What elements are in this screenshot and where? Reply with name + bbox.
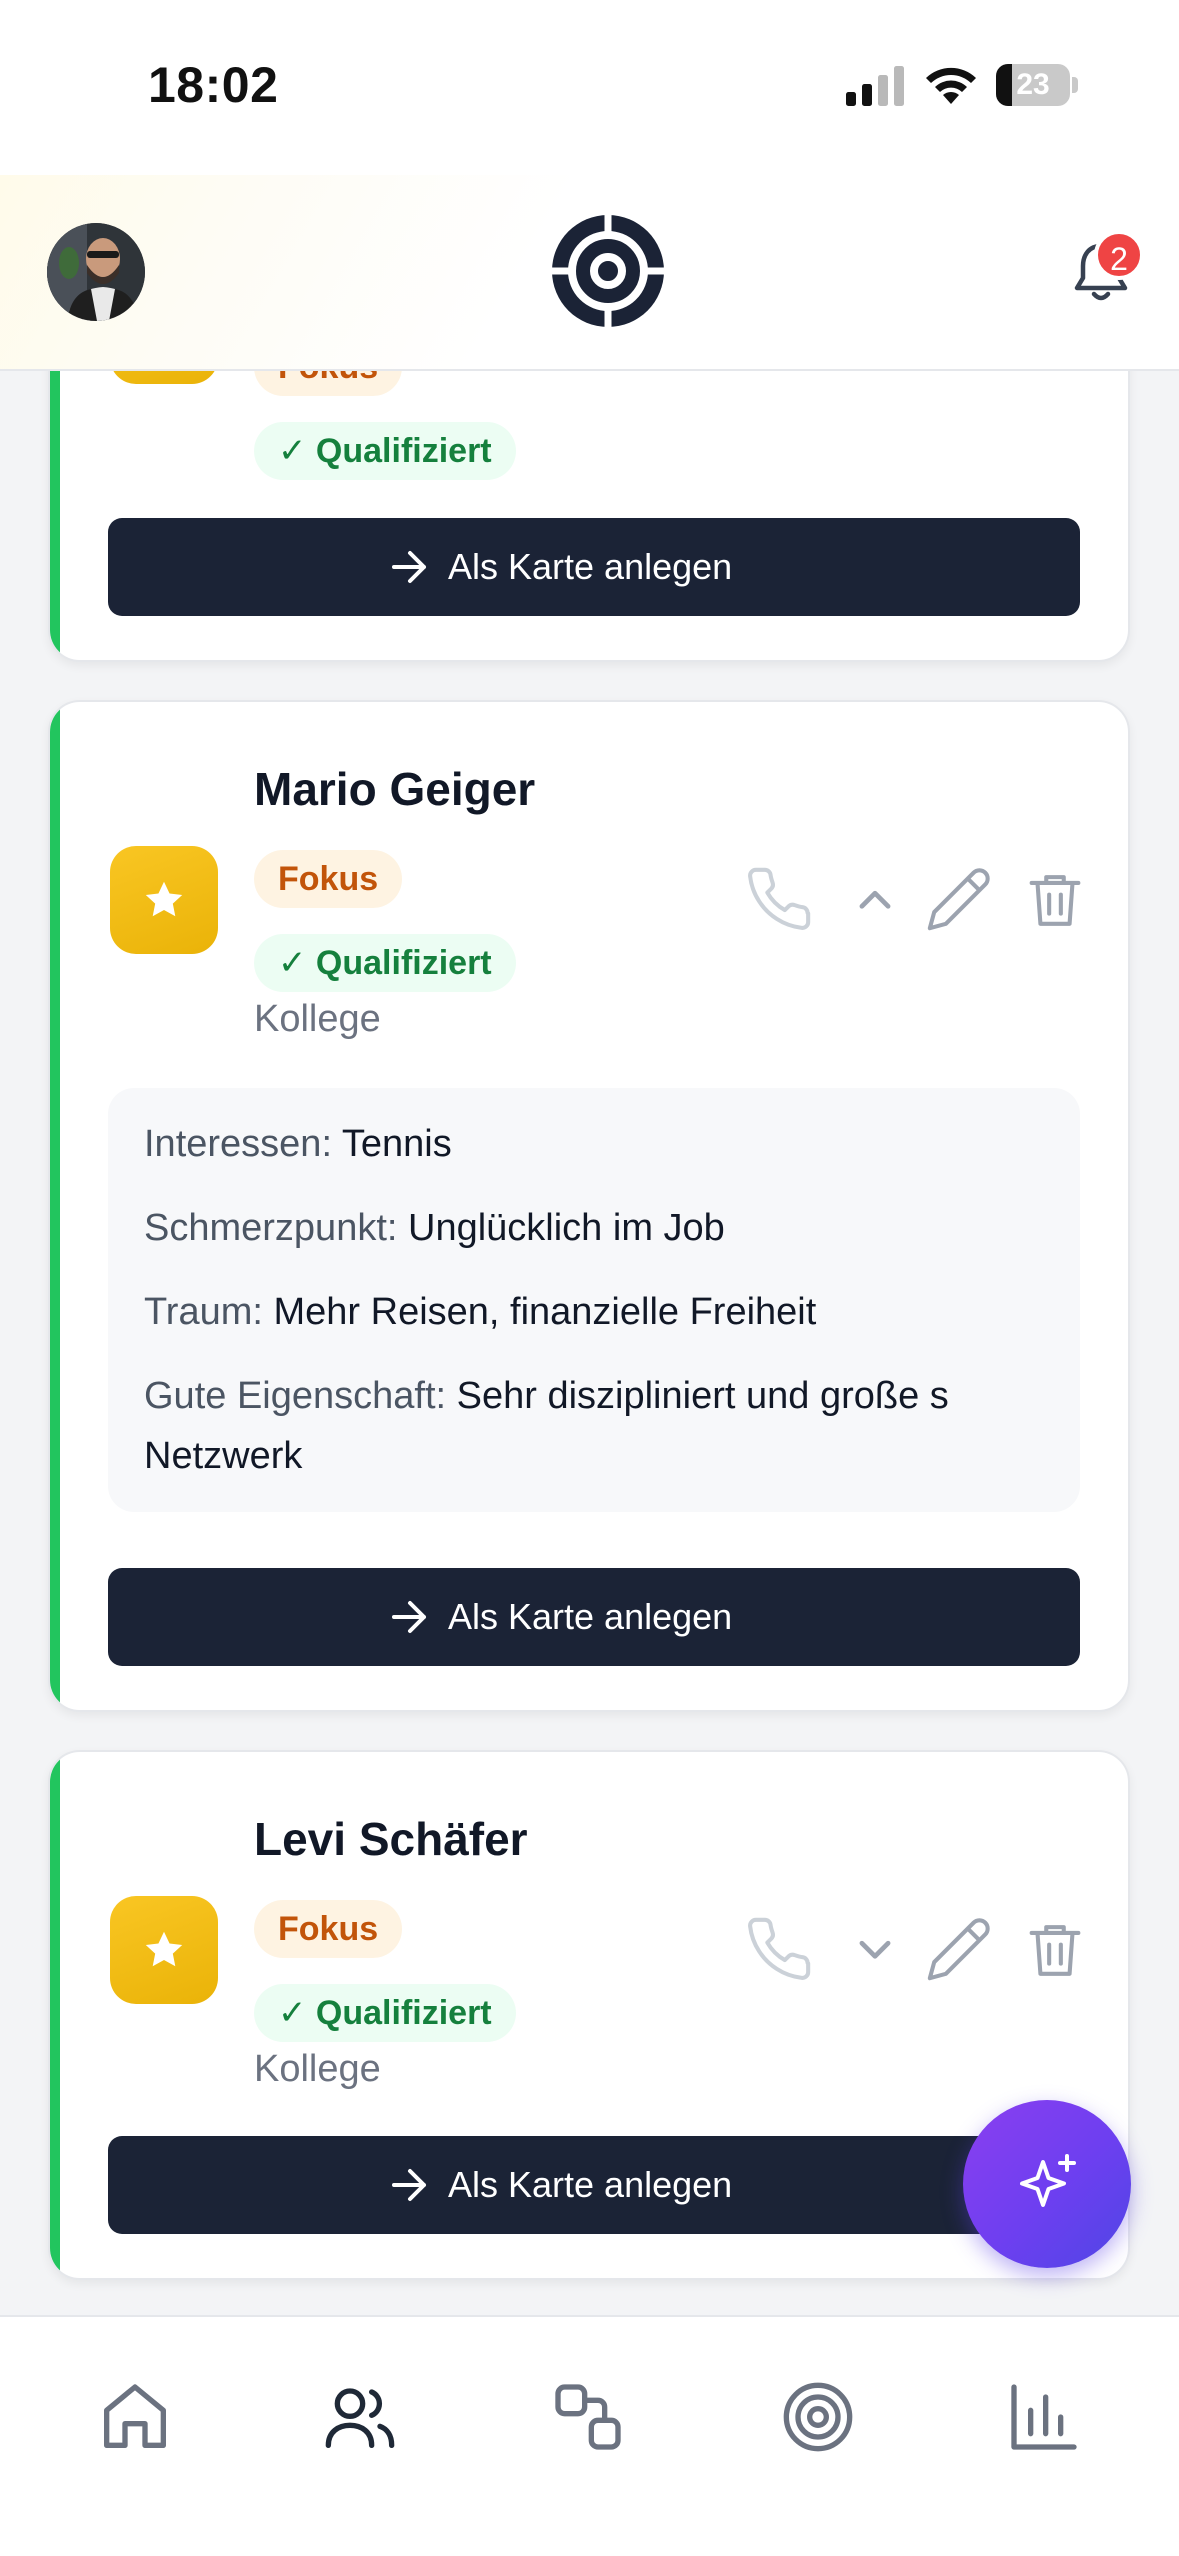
arrow-right-icon	[392, 551, 426, 583]
cellular-signal-icon	[846, 66, 904, 106]
contact-name: Levi Schäfer	[254, 1813, 528, 1865]
tab-statistics[interactable]	[1004, 2377, 1084, 2457]
ai-assistant-button[interactable]	[963, 2100, 1131, 2268]
chevron-down-icon[interactable]	[840, 1914, 910, 1984]
target-icon	[783, 2382, 853, 2452]
qualified-badge: ✓ Qualifiziert	[254, 934, 516, 992]
status-bar: 18:02 23	[0, 0, 1179, 175]
cards-icon	[555, 2384, 621, 2450]
arrow-right-icon	[392, 2169, 426, 2201]
create-card-label: Als Karte anlegen	[448, 2164, 733, 2205]
create-card-label: Als Karte anlegen	[448, 1596, 733, 1637]
phone-icon[interactable]	[744, 864, 814, 934]
create-card-button[interactable]: Als Karte anlegen	[108, 518, 1080, 616]
focus-star-icon	[110, 1896, 218, 2004]
focus-badge: Fokus	[254, 850, 403, 908]
contact-name: Mario Geiger	[254, 763, 536, 815]
tab-goals[interactable]	[778, 2377, 858, 2457]
contact-card: Mario Geiger Fokus ✓ Qualifiziert Kolleg…	[48, 700, 1130, 1712]
pencil-icon[interactable]	[924, 864, 994, 934]
focus-badge: Fokus	[254, 1900, 403, 1958]
create-card-label: Als Karte anlegen	[448, 546, 733, 587]
contact-details: Interessen: Tennis Schmerzpunkt: Unglück…	[108, 1088, 1080, 1512]
tab-home[interactable]	[95, 2377, 175, 2457]
detail-pain-point: Schmerzpunkt: Unglücklich im Job	[144, 1207, 725, 1249]
card-accent	[50, 702, 60, 1710]
qualified-badge: ✓ Qualifiziert	[254, 422, 516, 480]
trash-icon[interactable]	[1020, 864, 1090, 934]
tab-contacts[interactable]	[320, 2377, 400, 2457]
avatar[interactable]	[47, 223, 145, 321]
trash-icon[interactable]	[1020, 1914, 1090, 1984]
sparkles-icon	[1020, 2154, 1076, 2207]
chevron-up-icon[interactable]	[840, 864, 910, 934]
phone-icon[interactable]	[744, 1914, 814, 1984]
pencil-icon[interactable]	[924, 1914, 994, 1984]
app-header: 2	[0, 175, 1179, 371]
relationship-label: Kollege	[254, 998, 381, 1040]
bar-chart-icon	[1011, 2384, 1077, 2450]
detail-interests: Interessen: Tennis	[144, 1123, 452, 1165]
create-card-button[interactable]: Als Karte anlegen	[108, 2136, 1080, 2234]
users-icon	[325, 2388, 395, 2448]
qualified-badge: ✓ Qualifiziert	[254, 1984, 516, 2042]
wifi-icon	[926, 67, 976, 104]
create-card-button[interactable]: Als Karte anlegen	[108, 1568, 1080, 1666]
detail-dream: Traum: Mehr Reisen, finanzielle Freiheit	[144, 1291, 817, 1333]
card-actions	[718, 1914, 1088, 1984]
card-accent	[50, 1752, 60, 2278]
home-icon	[104, 2384, 166, 2448]
notification-badge: 2	[1094, 230, 1144, 280]
focus-star-icon	[110, 846, 218, 954]
tab-cards[interactable]	[548, 2377, 628, 2457]
status-time: 18:02	[148, 57, 279, 113]
target-logo-icon	[552, 215, 664, 327]
bottom-tab-bar	[0, 2315, 1179, 2556]
arrow-right-icon	[392, 1601, 426, 1633]
detail-good-trait: Gute Eigenschaft: Sehr diszipliniert und…	[144, 1375, 949, 1477]
relationship-label: Kollege	[254, 2048, 381, 2090]
card-actions	[718, 864, 1088, 934]
battery-icon: 23	[996, 64, 1078, 106]
battery-level: 23	[1016, 68, 1050, 101]
